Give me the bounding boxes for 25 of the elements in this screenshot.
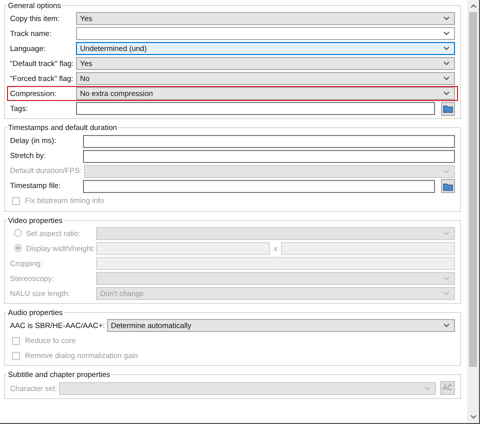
chevron-down-icon xyxy=(443,46,450,52)
folder-icon xyxy=(443,182,453,190)
chevron-down-icon xyxy=(443,61,450,66)
chevron-down-icon xyxy=(443,91,450,96)
chevron-down-icon xyxy=(443,230,450,236)
scroll-down-icon[interactable] xyxy=(470,414,476,420)
text-field[interactable] xyxy=(83,150,455,162)
chevron-down-icon xyxy=(443,16,450,22)
dropdown-field[interactable] xyxy=(76,27,455,40)
chevron-down-icon xyxy=(443,290,450,296)
text-field[interactable] xyxy=(83,180,435,192)
folder-icon xyxy=(443,104,453,114)
chevron-down-icon xyxy=(424,386,431,391)
chevron-down-icon xyxy=(443,76,450,82)
browse-button[interactable] xyxy=(441,179,455,193)
chevron-down-icon xyxy=(443,323,450,328)
text-field[interactable] xyxy=(76,102,435,116)
scroll-thumb[interactable] xyxy=(469,12,477,367)
scrollbar[interactable] xyxy=(467,0,479,423)
chevron-down-icon xyxy=(443,276,450,281)
browse-button[interactable] xyxy=(441,102,455,116)
text-field[interactable] xyxy=(83,134,455,148)
chevron-down-icon xyxy=(443,31,450,36)
chevron-down-icon xyxy=(443,168,450,174)
scroll-up-icon[interactable] xyxy=(470,3,476,9)
